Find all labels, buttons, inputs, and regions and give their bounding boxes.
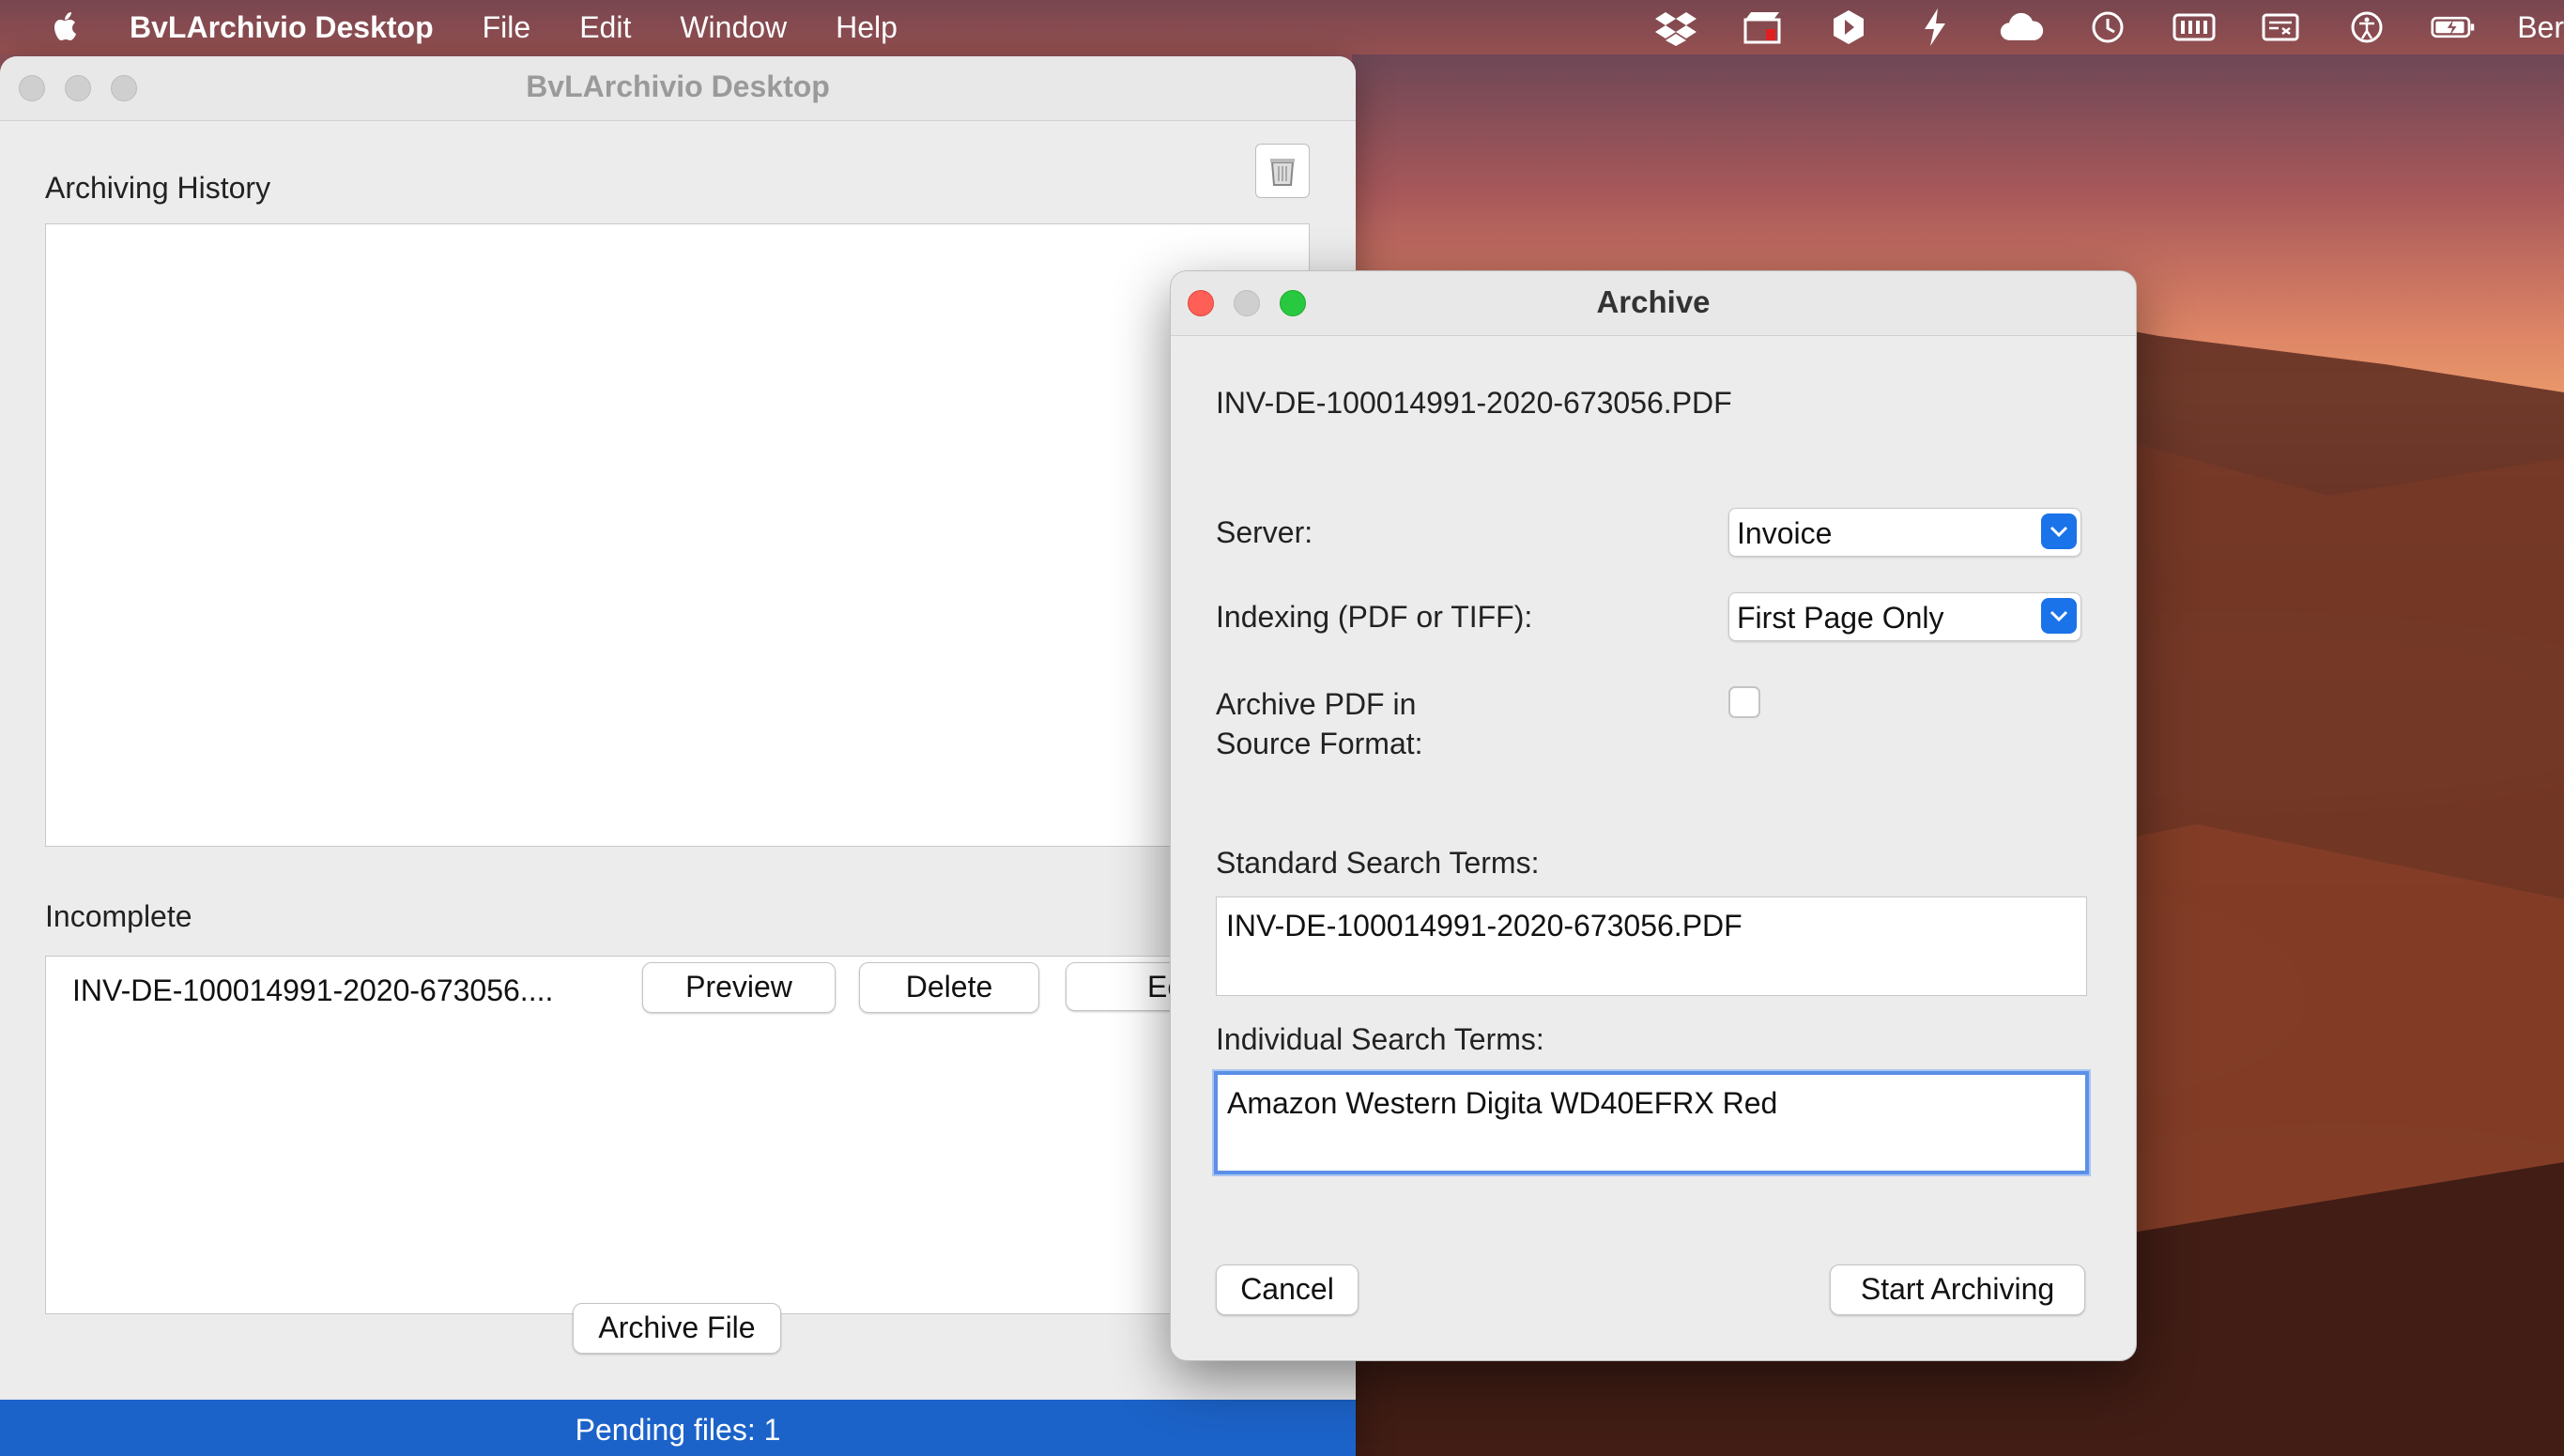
standard-terms-value: INV-DE-100014991-2020-673056.PDF	[1226, 909, 1743, 943]
battery-icon[interactable]	[2431, 8, 2476, 46]
indexing-value: First Page Only	[1737, 601, 1944, 635]
menu-edit[interactable]: Edit	[579, 10, 631, 45]
standard-terms-field[interactable]: INV-DE-100014991-2020-673056.PDF	[1216, 897, 2087, 996]
time-machine-icon[interactable]	[2085, 8, 2130, 46]
cloud-icon[interactable]	[1999, 8, 2044, 46]
menu-help[interactable]: Help	[836, 10, 898, 45]
archive-file-button[interactable]: Archive File	[573, 1303, 781, 1354]
accessibility-icon[interactable]	[2344, 8, 2389, 46]
arrow-app-icon[interactable]	[1826, 8, 1871, 46]
standard-terms-label: Standard Search Terms:	[1216, 846, 1540, 880]
archive-pdf-checkbox[interactable]	[1728, 686, 1760, 718]
user-name[interactable]: Ber	[2517, 10, 2564, 45]
menu-app-name[interactable]: BvLArchivio Desktop	[130, 10, 434, 45]
status-bar: Pending files: 1	[0, 1400, 1356, 1456]
archiving-history-label: Archiving History	[45, 171, 271, 205]
archive-dialog: Archive INV-DE-100014991-2020-673056.PDF…	[1170, 270, 2137, 1361]
main-titlebar: BvLArchivio Desktop	[0, 56, 1356, 121]
indexing-select[interactable]: First Page Only	[1728, 592, 2081, 641]
trash-button[interactable]	[1255, 144, 1310, 198]
dialog-titlebar: Archive	[1171, 271, 2136, 336]
main-window: BvLArchivio Desktop Archiving History In…	[0, 56, 1356, 1456]
status-tray: Ber	[1653, 0, 2564, 54]
menu-bar: BvLArchivio Desktop File Edit Window Hel…	[0, 0, 2564, 54]
server-value: Invoice	[1737, 516, 1833, 550]
delete-button[interactable]: Delete	[859, 962, 1039, 1013]
archive-pdf-label-line1: Archive PDF in	[1216, 687, 1417, 721]
chevron-down-icon	[2041, 513, 2077, 549]
archive-pdf-label: Archive PDF in Source Format:	[1216, 684, 1423, 763]
incomplete-list[interactable]: INV-DE-100014991-2020-673056.... Preview…	[45, 956, 1310, 1314]
server-select[interactable]: Invoice	[1728, 508, 2081, 557]
clapper-icon[interactable]	[1740, 8, 1785, 46]
individual-terms-label: Individual Search Terms:	[1216, 1022, 1544, 1056]
dialog-filename: INV-DE-100014991-2020-673056.PDF	[1216, 386, 1732, 420]
individual-terms-value: Amazon Western Digita WD40EFRX Red	[1227, 1086, 1778, 1120]
server-label: Server:	[1216, 515, 1313, 549]
archive-pdf-label-line2: Source Format:	[1216, 727, 1423, 760]
ram-icon[interactable]	[2172, 8, 2217, 46]
preview-button[interactable]: Preview	[642, 962, 836, 1013]
dropbox-icon[interactable]	[1653, 8, 1698, 46]
apple-icon[interactable]	[49, 8, 83, 46]
menu-file[interactable]: File	[483, 10, 531, 45]
trash-icon	[1270, 159, 1295, 186]
incomplete-filename: INV-DE-100014991-2020-673056....	[72, 973, 554, 1007]
dialog-title: Archive	[1596, 284, 1711, 319]
cancel-button[interactable]: Cancel	[1216, 1264, 1359, 1315]
bolt-icon[interactable]	[1912, 8, 1958, 46]
keyboard-icon[interactable]	[2258, 8, 2303, 46]
menu-window[interactable]: Window	[680, 10, 787, 45]
chevron-down-icon	[2041, 598, 2077, 634]
incomplete-label: Incomplete	[45, 899, 192, 933]
individual-terms-field[interactable]: Amazon Western Digita WD40EFRX Red	[1214, 1071, 2089, 1174]
archiving-history-list[interactable]	[45, 223, 1310, 847]
indexing-label: Indexing (PDF or TIFF):	[1216, 600, 1533, 634]
window-title: BvLArchivio Desktop	[526, 69, 830, 103]
start-archiving-button[interactable]: Start Archiving	[1830, 1264, 2085, 1315]
